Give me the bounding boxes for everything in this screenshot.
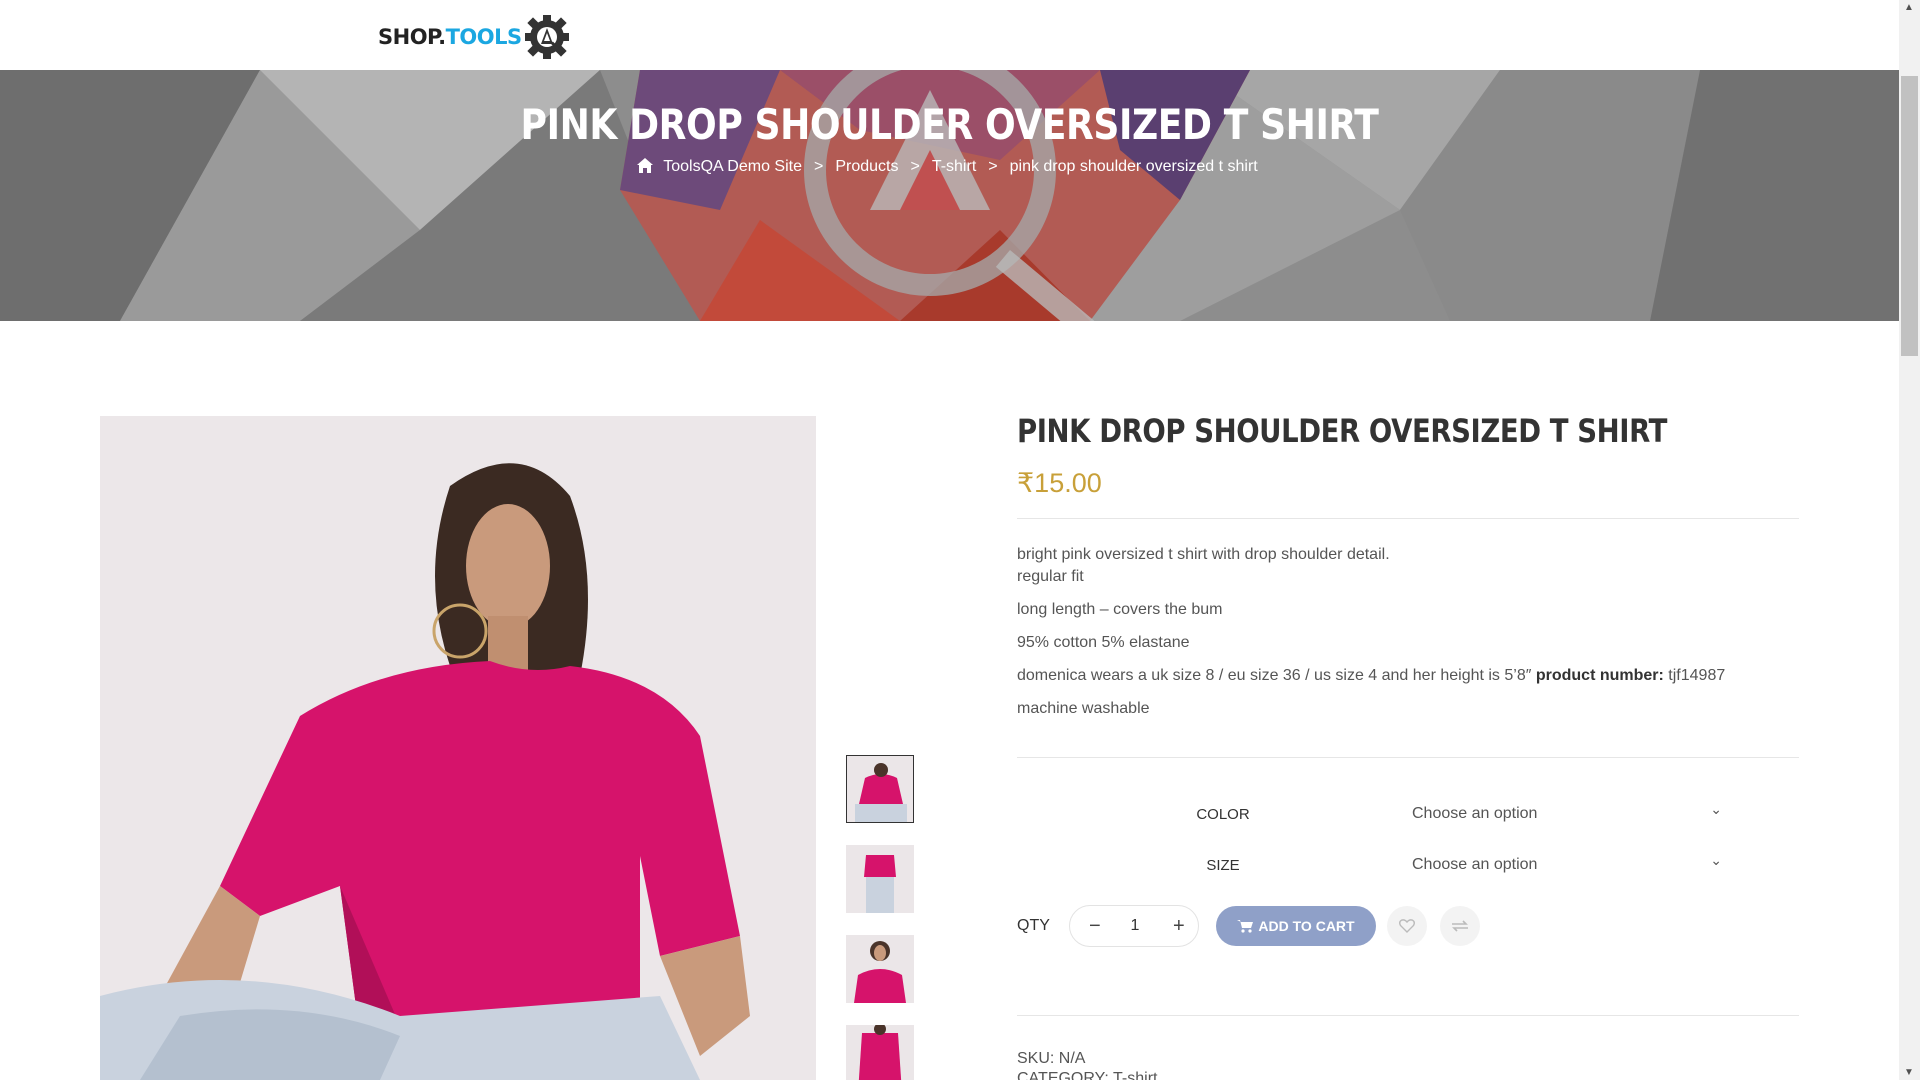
color-label: COLOR xyxy=(1196,806,1250,823)
product-summary: PINK DROP SHOULDER OVERSIZED T SHIRT ₹15… xyxy=(1017,412,1799,499)
add-to-cart-button[interactable]: ADD TO CART xyxy=(1216,906,1376,946)
description-line: bright pink oversized t shirt with drop … xyxy=(1017,546,1390,563)
chevron-down-icon: ⌄ xyxy=(1710,852,1722,868)
heart-icon xyxy=(1399,919,1415,933)
product-number-label: product number: xyxy=(1535,667,1664,684)
logo-text-tools: TOOLS xyxy=(445,25,523,49)
scroll-down-icon[interactable]: ▼ xyxy=(1904,1067,1914,1078)
product-number-value: tjf14987 xyxy=(1668,667,1726,684)
scrollbar-thumb[interactable] xyxy=(1901,76,1918,356)
breadcrumb-current: pink drop shoulder oversized t shirt xyxy=(1009,158,1258,175)
description-line: machine washable xyxy=(1017,700,1150,717)
compare-button[interactable] xyxy=(1440,906,1480,946)
site-logo[interactable]: SHOP. TOOLS xyxy=(378,14,570,60)
sku: SKU: N/A xyxy=(1017,1050,1086,1067)
product-thumbnails xyxy=(846,755,914,1080)
category: CATEGORY: T-shirt xyxy=(1017,1070,1158,1080)
wishlist-button[interactable] xyxy=(1387,906,1427,946)
gear-logo-icon xyxy=(524,15,569,59)
thumbnail-1[interactable] xyxy=(846,755,914,823)
product-title: PINK DROP SHOULDER OVERSIZED T SHIRT xyxy=(1017,412,1667,450)
model-photo xyxy=(100,416,816,1080)
divider xyxy=(1017,1015,1799,1016)
breadcrumb-separator: > xyxy=(910,158,920,175)
description-line: 95% cotton 5% elastane xyxy=(1017,634,1190,651)
size-select-value: Choose an option xyxy=(1412,856,1538,873)
logo-text-shop: SHOP. xyxy=(378,25,446,49)
thumbnail-3[interactable] xyxy=(846,935,914,1003)
breadcrumb-products-link[interactable]: Products xyxy=(835,158,898,175)
breadcrumb-home-link[interactable]: ToolsQA Demo Site xyxy=(663,158,802,175)
size-select[interactable]: Choose an option ⌄ xyxy=(1412,852,1722,874)
thumbnail-2[interactable] xyxy=(846,845,914,913)
chevron-down-icon: ⌄ xyxy=(1710,801,1722,817)
page-scrollbar[interactable]: ▲ ▼ xyxy=(1899,0,1920,1080)
description-line: domenica wears a uk size 8 / eu size 36 … xyxy=(1017,667,1532,684)
cart-icon xyxy=(1237,920,1254,933)
qty-plus-button[interactable]: + xyxy=(1173,915,1185,938)
product-main-image[interactable] xyxy=(100,416,816,1080)
breadcrumb-separator: > xyxy=(988,158,998,175)
qty-label: QTY xyxy=(1017,917,1050,934)
add-to-cart-label: ADD TO CART xyxy=(1258,918,1355,934)
thumbnail-4[interactable] xyxy=(846,1025,914,1080)
divider xyxy=(1017,757,1799,758)
page-banner: PINK DROP SHOULDER OVERSIZED T SHIRT Too… xyxy=(0,70,1899,321)
breadcrumb-separator: > xyxy=(813,158,824,175)
product-price: ₹15.00 xyxy=(1017,468,1102,498)
home-icon[interactable] xyxy=(637,158,654,173)
page: SHOP. TOOLS PINK DROP SHOULDER OVERSIZED… xyxy=(0,0,1899,1080)
qty-minus-button[interactable]: − xyxy=(1089,915,1101,938)
divider xyxy=(1017,518,1799,519)
breadcrumb: ToolsQA Demo Site > Products > T-shirt > pink … xyxy=(0,158,1899,176)
variation-size-row: SIZE Choose an option ⌄ xyxy=(1017,845,1799,885)
variation-color-row: COLOR Choose an option ⌄ xyxy=(1017,794,1799,834)
product-description: bright pink oversized t shirt with drop … xyxy=(1017,544,1799,731)
compare-icon xyxy=(1452,920,1468,932)
description-line: regular fit xyxy=(1017,568,1084,585)
quantity-stepper: − 1 + xyxy=(1069,905,1199,947)
color-select-value: Choose an option xyxy=(1412,805,1538,822)
qty-input[interactable]: 1 xyxy=(1122,917,1148,935)
size-label: SIZE xyxy=(1206,857,1240,874)
banner-title: PINK DROP SHOULDER OVERSIZED T SHIRT xyxy=(520,100,1379,149)
description-line: long length – covers the bum xyxy=(1017,601,1223,618)
site-header: SHOP. TOOLS xyxy=(0,0,1899,70)
color-select[interactable]: Choose an option ⌄ xyxy=(1412,801,1722,823)
breadcrumb-category-link[interactable]: T-shirt xyxy=(932,158,976,175)
scroll-up-icon[interactable]: ▲ xyxy=(1904,2,1914,13)
